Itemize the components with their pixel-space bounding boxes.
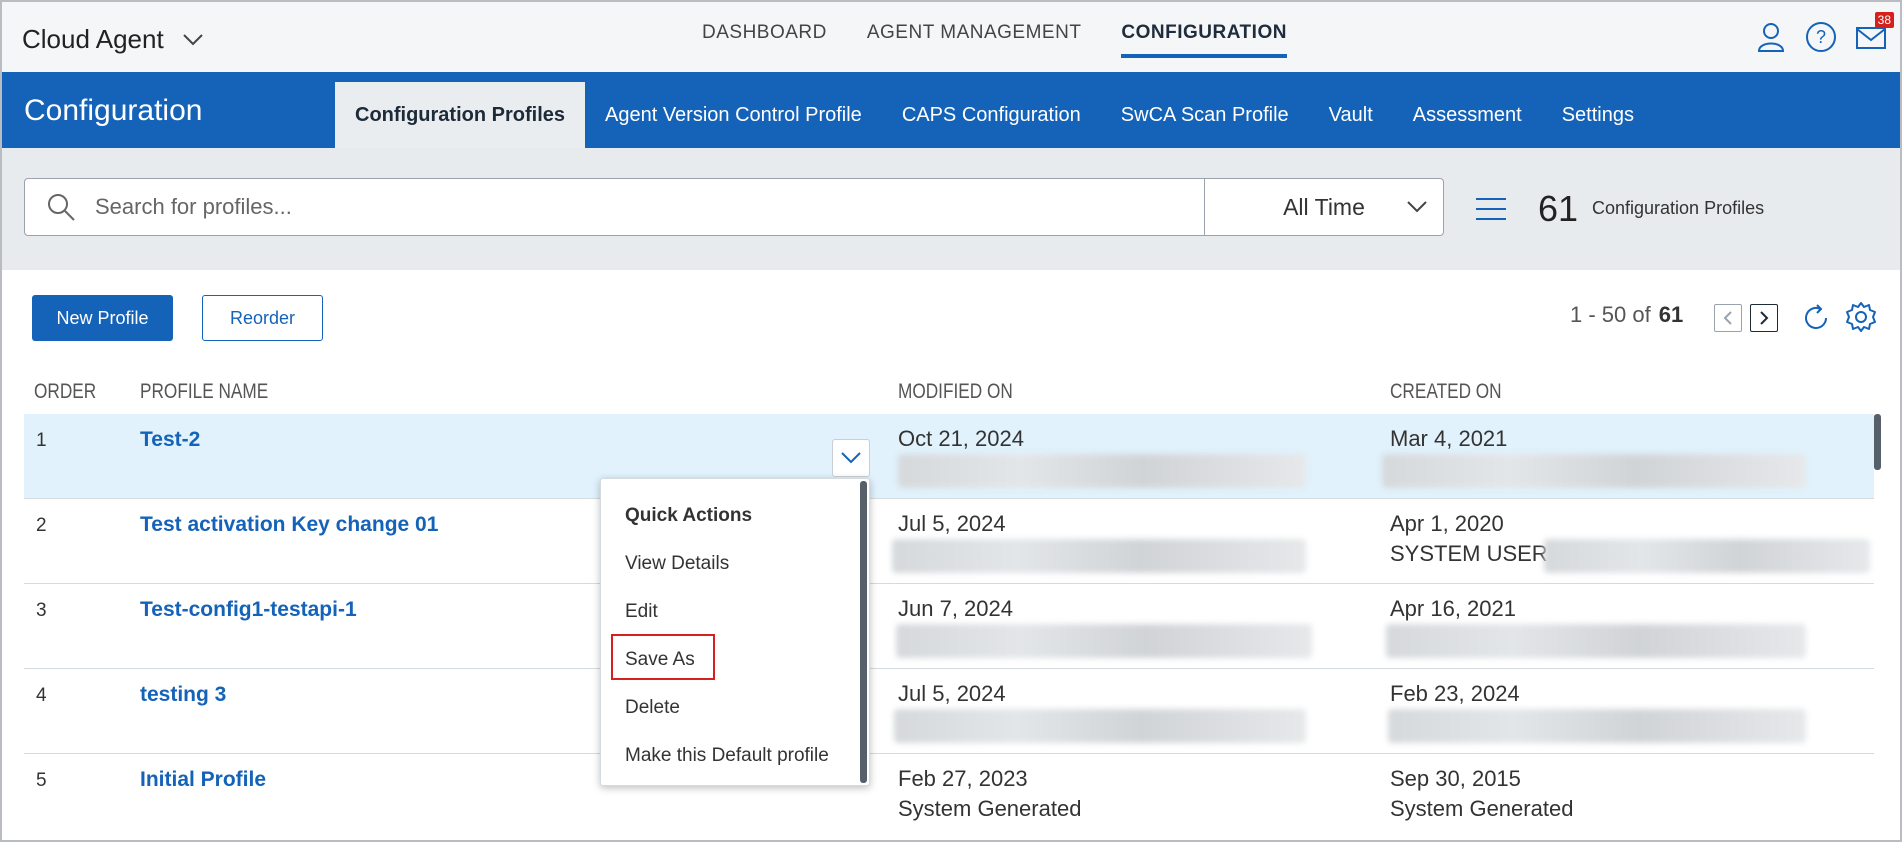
next-page-button[interactable] (1750, 304, 1778, 332)
column-created-on[interactable]: CREATED ON (1390, 380, 1502, 404)
column-profile-name[interactable]: PROFILE NAME (140, 380, 268, 404)
row-order: 3 (36, 600, 47, 621)
tab-caps-configuration[interactable]: CAPS Configuration (882, 82, 1101, 148)
redacted-created-by (1544, 539, 1870, 573)
modified-by: System Generated (898, 796, 1082, 821)
column-modified-on[interactable]: MODIFIED ON (898, 380, 1013, 404)
row-order: 5 (36, 770, 47, 791)
table-header: ORDER PROFILE NAME MODIFIED ON CREATED O… (2, 372, 1900, 412)
section-header: Configuration Configuration Profiles Age… (2, 72, 1900, 148)
previous-page-button[interactable] (1714, 304, 1742, 332)
nav-agent-management[interactable]: AGENT MANAGEMENT (867, 22, 1082, 58)
mail-icon[interactable]: 38 (1854, 12, 1894, 54)
profile-name-link[interactable]: Test activation Key change 01 (140, 513, 438, 537)
modified-date: Jun 7, 2024 (898, 596, 1013, 621)
created-date: Sep 30, 2015 (1390, 766, 1521, 791)
redacted-modified-by (892, 539, 1306, 573)
modified-date: Feb 27, 2023 (898, 766, 1028, 791)
header-actions: ? 38 (1754, 12, 1894, 54)
help-icon[interactable]: ? (1804, 20, 1838, 54)
row-order: 4 (36, 685, 47, 706)
table-scrollbar[interactable] (1874, 414, 1881, 470)
modified-date: Jul 5, 2024 (898, 681, 1006, 706)
row-actions-dropdown-button[interactable] (832, 439, 870, 477)
list-menu-icon[interactable] (1474, 196, 1508, 222)
app-switcher[interactable]: Cloud Agent (22, 24, 204, 55)
tab-vault[interactable]: Vault (1309, 82, 1393, 148)
search-input[interactable] (95, 194, 1095, 220)
profile-name-link[interactable]: Initial Profile (140, 768, 266, 792)
chevron-right-icon (1760, 311, 1769, 325)
reorder-button[interactable]: Reorder (202, 295, 323, 341)
search-box (24, 178, 1206, 236)
modified-date: Oct 21, 2024 (898, 426, 1024, 451)
menu-item-save-as[interactable]: Save As (625, 649, 695, 671)
notification-badge: 38 (1874, 12, 1894, 28)
nav-configuration[interactable]: CONFIGURATION (1121, 22, 1287, 58)
table-row[interactable]: 3 Test-config1-testapi-1 Jun 7, 2024 Apr… (24, 584, 1874, 669)
created-by: System Generated (1390, 796, 1574, 821)
column-order[interactable]: ORDER (34, 380, 96, 404)
profile-count-label: Configuration Profiles (1592, 198, 1765, 218)
section-title: Configuration (24, 94, 203, 127)
redacted-modified-by (896, 624, 1312, 658)
subtabs: Configuration Profiles Agent Version Con… (335, 82, 1654, 148)
quick-actions-title: Quick Actions (625, 505, 753, 526)
created-date: Mar 4, 2021 (1390, 426, 1508, 451)
table-row[interactable]: 2 Test activation Key change 01 Jul 5, 2… (24, 499, 1874, 584)
svg-text:?: ? (1816, 27, 1826, 47)
app-window: Cloud Agent DASHBOARD AGENT MANAGEMENT C… (0, 0, 1902, 842)
search-bar-region: All Time 61 Configuration Profiles (2, 148, 1900, 270)
top-bar: Cloud Agent DASHBOARD AGENT MANAGEMENT C… (2, 2, 1900, 72)
gear-icon[interactable] (1844, 300, 1878, 334)
created-date: Apr 16, 2021 (1390, 596, 1516, 621)
row-order: 1 (36, 430, 47, 451)
menu-scrollbar[interactable] (860, 481, 867, 783)
tab-agent-version-control-profile[interactable]: Agent Version Control Profile (585, 82, 882, 148)
tab-configuration-profiles[interactable]: Configuration Profiles (335, 82, 585, 148)
redacted-modified-by (898, 454, 1306, 488)
table-row[interactable]: 4 testing 3 Jul 5, 2024 Feb 23, 2024 (24, 669, 1874, 754)
pagination-range: 1 - 50 of (1570, 302, 1651, 327)
chevron-down-icon (1407, 201, 1427, 213)
redacted-created-by (1386, 624, 1806, 658)
redacted-modified-by (894, 709, 1306, 743)
table-row[interactable]: 1 Test-2 Oct 21, 2024 Mar 4, 2021 (24, 414, 1874, 499)
nav-dashboard[interactable]: DASHBOARD (702, 22, 827, 58)
tab-swca-scan-profile[interactable]: SwCA Scan Profile (1101, 82, 1309, 148)
menu-item-edit[interactable]: Edit (625, 601, 658, 623)
profile-name-link[interactable]: testing 3 (140, 683, 226, 707)
profile-name-link[interactable]: Test-config1-testapi-1 (140, 598, 357, 622)
tab-assessment[interactable]: Assessment (1393, 82, 1542, 148)
main-nav: DASHBOARD AGENT MANAGEMENT CONFIGURATION (702, 22, 1287, 58)
chevron-left-icon (1723, 311, 1732, 325)
profile-count: 61 (1538, 188, 1579, 229)
new-profile-button[interactable]: New Profile (32, 295, 173, 341)
table-row[interactable]: 5 Initial Profile Feb 27, 2023 System Ge… (24, 754, 1874, 839)
created-date: Apr 1, 2020 (1390, 511, 1504, 536)
profile-name-link[interactable]: Test-2 (140, 428, 200, 452)
menu-item-view-details[interactable]: View Details (625, 553, 729, 575)
row-order: 2 (36, 515, 47, 536)
redacted-created-by (1388, 709, 1806, 743)
time-filter-value: All Time (1283, 193, 1365, 220)
refresh-icon[interactable] (1800, 302, 1832, 334)
search-icon (43, 189, 79, 225)
app-title: Cloud Agent (22, 24, 164, 54)
pagination-total: 61 (1658, 302, 1684, 327)
tab-settings[interactable]: Settings (1542, 82, 1654, 148)
chevron-down-icon (182, 33, 203, 45)
created-by: SYSTEM USER (1390, 541, 1548, 566)
chevron-down-icon (841, 452, 861, 464)
pagination-info: 1 - 50 of 61 (1570, 302, 1683, 328)
created-date: Feb 23, 2024 (1390, 681, 1520, 706)
modified-date: Jul 5, 2024 (898, 511, 1006, 536)
user-icon[interactable] (1754, 20, 1788, 54)
menu-item-delete[interactable]: Delete (625, 697, 680, 719)
time-filter-select[interactable]: All Time (1204, 178, 1444, 236)
menu-item-make-default[interactable]: Make this Default profile (625, 745, 829, 767)
quick-actions-menu: Quick Actions View Details Edit Save As … (600, 478, 870, 786)
redacted-created-by (1382, 454, 1806, 488)
